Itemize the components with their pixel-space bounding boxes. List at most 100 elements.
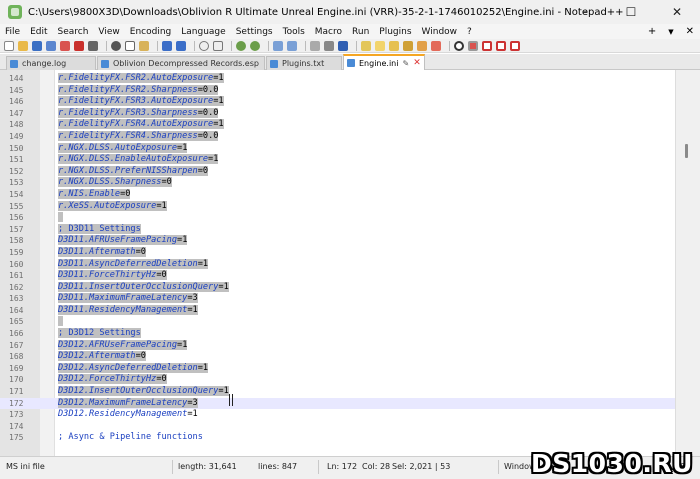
code-line[interactable]: 169 D3D12.AsyncDeferredDeletion=1 xyxy=(0,362,676,375)
folder-workspace-icon[interactable] xyxy=(403,40,413,51)
line-number: 175 xyxy=(9,433,24,443)
vertical-scrollbar[interactable] xyxy=(675,70,700,456)
paste-icon[interactable] xyxy=(139,40,149,51)
code-line[interactable]: 152 r.NGX.DLSS.PreferNISSharpen=0 xyxy=(0,165,676,178)
menu-edit[interactable]: Edit xyxy=(25,27,52,37)
zoom-out-icon[interactable] xyxy=(250,40,260,51)
code-line[interactable]: 164 D3D11.ResidencyManagement=1 xyxy=(0,304,676,317)
tab-list-arrow-icon[interactable]: ▼ xyxy=(668,28,673,36)
code-line[interactable]: 148 r.FidelityFX.FSR4.AutoExposure=1 xyxy=(0,119,676,131)
menu-view[interactable]: View xyxy=(93,27,124,37)
undo-icon[interactable] xyxy=(162,40,172,51)
code-line[interactable]: 144 r.FidelityFX.FSR2.AutoExposure=1 xyxy=(0,73,676,85)
run-macro-multiple-icon[interactable] xyxy=(496,40,506,51)
tab-plugins-txt[interactable]: Plugins.txt xyxy=(266,56,342,70)
code-line[interactable]: 162 D3D11.InsertOuterOcclusionQuery=1 xyxy=(0,281,676,294)
redo-icon[interactable] xyxy=(176,40,186,51)
code-line[interactable]: 157 ; D3D11 Settings xyxy=(0,223,676,236)
language-icon[interactable] xyxy=(361,40,371,51)
code-line[interactable]: 163 D3D11.MaximumFrameLatency=3 xyxy=(0,293,676,305)
code-line[interactable]: 167 D3D12.AFRUseFramePacing=1 xyxy=(0,339,676,352)
code-line[interactable]: 174 xyxy=(0,421,676,433)
menu-tools[interactable]: Tools xyxy=(278,27,310,37)
close-icon[interactable] xyxy=(60,40,70,51)
line-content: D3D12.ResidencyManagement=1 xyxy=(58,409,198,421)
new-file-icon[interactable] xyxy=(4,40,14,51)
close-button[interactable]: ✕ xyxy=(654,0,700,24)
open-file-icon[interactable] xyxy=(18,40,28,51)
save-macro-icon[interactable] xyxy=(510,40,520,51)
tab-engine-ini[interactable]: Engine.ini ✎ ✕ xyxy=(343,54,425,70)
cut-icon[interactable] xyxy=(111,40,121,51)
maximize-button[interactable]: ☐ xyxy=(608,0,654,24)
show-all-characters-icon[interactable] xyxy=(324,40,334,51)
code-line[interactable]: 165 xyxy=(0,316,676,328)
menu-encoding[interactable]: Encoding xyxy=(125,27,176,37)
code-line[interactable]: 175 ; Async & Pipeline functions xyxy=(0,432,676,444)
menu-help[interactable]: ? xyxy=(462,27,477,37)
code-line[interactable]: 151 r.NGX.DLSS.EnableAutoExposure=1 xyxy=(0,154,676,166)
copy-icon[interactable] xyxy=(125,40,135,51)
line-content: D3D12.AsyncDeferredDeletion=1 xyxy=(58,362,209,375)
menu-macro[interactable]: Macro xyxy=(310,27,347,37)
code-line[interactable]: 154 r.NIS.Enable=0 xyxy=(0,188,676,201)
code-line[interactable]: 156 xyxy=(0,212,676,224)
monitoring-icon[interactable] xyxy=(417,40,427,51)
menu-language[interactable]: Language xyxy=(176,27,230,37)
code-line[interactable]: 166 ; D3D12 Settings xyxy=(0,328,676,340)
clipboard-history-icon[interactable] xyxy=(431,40,441,51)
playback-macro-icon[interactable] xyxy=(482,40,492,51)
print-icon[interactable] xyxy=(88,40,98,51)
code-line[interactable]: 150 r.NGX.DLSS.AutoExposure=1 xyxy=(0,142,676,155)
tab-close-icon[interactable]: ✕ xyxy=(413,58,421,68)
sync-vertical-icon[interactable] xyxy=(273,40,283,51)
status-col: Col: 28 xyxy=(362,462,391,471)
menu-settings[interactable]: Settings xyxy=(231,27,278,37)
code-line[interactable]: 160 D3D11.AsyncDeferredDeletion=1 xyxy=(0,258,676,271)
code-line[interactable]: 145 r.FidelityFX.FSR2.Sharpness=0.0 xyxy=(0,84,676,97)
find-icon[interactable] xyxy=(199,40,209,51)
code-line[interactable]: 161 D3D11.ForceThirtyHz=0 xyxy=(0,270,676,282)
code-line[interactable]: 171 D3D12.InsertOuterOcclusionQuery=1 xyxy=(0,386,676,398)
word-wrap-icon[interactable] xyxy=(310,40,320,51)
code-line[interactable]: 168 D3D12.Aftermath=0 xyxy=(0,351,676,363)
code-line[interactable]: 146 r.FidelityFX.FSR3.AutoExposure=1 xyxy=(0,96,676,108)
scrollbar-thumb[interactable] xyxy=(685,144,688,158)
zoom-in-icon[interactable] xyxy=(236,40,246,51)
minimize-button[interactable]: – xyxy=(562,0,608,24)
code-line[interactable]: 155 r.XeSS.AutoExposure=1 xyxy=(0,200,676,213)
new-tab-plus-icon[interactable]: + xyxy=(648,26,656,37)
line-number: 147 xyxy=(9,108,24,118)
code-line[interactable]: 170 D3D12.ForceThirtyHz=0 xyxy=(0,374,676,386)
stop-recording-icon[interactable] xyxy=(468,40,478,51)
editor[interactable]: 144 r.FidelityFX.FSR2.AutoExposure=1 145 r.… xyxy=(0,70,676,456)
doc-map-icon[interactable] xyxy=(375,40,385,51)
save-icon[interactable] xyxy=(32,40,42,51)
code-line[interactable]: 147 r.FidelityFX.FSR3.Sharpness=0.0 xyxy=(0,107,676,120)
code-line[interactable]: 153 r.NGX.DLSS.Sharpness=0 xyxy=(0,177,676,189)
function-list-icon[interactable] xyxy=(389,40,399,51)
close-all-icon[interactable] xyxy=(74,40,84,51)
close-document-icon[interactable]: ✕ xyxy=(686,26,694,37)
code-line[interactable]: 159 D3D11.Aftermath=0 xyxy=(0,246,676,259)
menu-search[interactable]: Search xyxy=(53,27,94,37)
code-line[interactable]: 158 D3D11.AFRUseFramePacing=1 xyxy=(0,235,676,247)
code-line[interactable]: 173 D3D12.ResidencyManagement=1 xyxy=(0,409,676,421)
code-lines[interactable]: 144 r.FidelityFX.FSR2.AutoExposure=1 145 r.… xyxy=(0,73,676,444)
tab-change-log[interactable]: change.log xyxy=(6,56,96,70)
menu-plugins[interactable]: Plugins xyxy=(374,27,416,37)
sync-horizontal-icon[interactable] xyxy=(287,40,297,51)
record-macro-icon[interactable] xyxy=(454,40,464,51)
line-number: 163 xyxy=(9,294,24,304)
menu-file[interactable]: File xyxy=(0,27,25,37)
menu-window[interactable]: Window xyxy=(417,27,463,37)
indent-guide-icon[interactable] xyxy=(338,40,348,51)
code-line[interactable]: 149 r.FidelityFX.FSR4.Sharpness=0.0 xyxy=(0,130,676,143)
tab-oblivion-records[interactable]: Oblivion Decompressed Records.esp xyxy=(97,56,265,70)
pin-icon[interactable]: ✎ xyxy=(402,59,409,68)
save-all-icon[interactable] xyxy=(46,40,56,51)
code-line[interactable]: 172 D3D12.MaximumFrameLatency=3 xyxy=(0,397,676,410)
replace-icon[interactable] xyxy=(213,40,223,51)
tab-label: Oblivion Decompressed Records.esp xyxy=(113,59,259,68)
menu-run[interactable]: Run xyxy=(347,27,374,37)
